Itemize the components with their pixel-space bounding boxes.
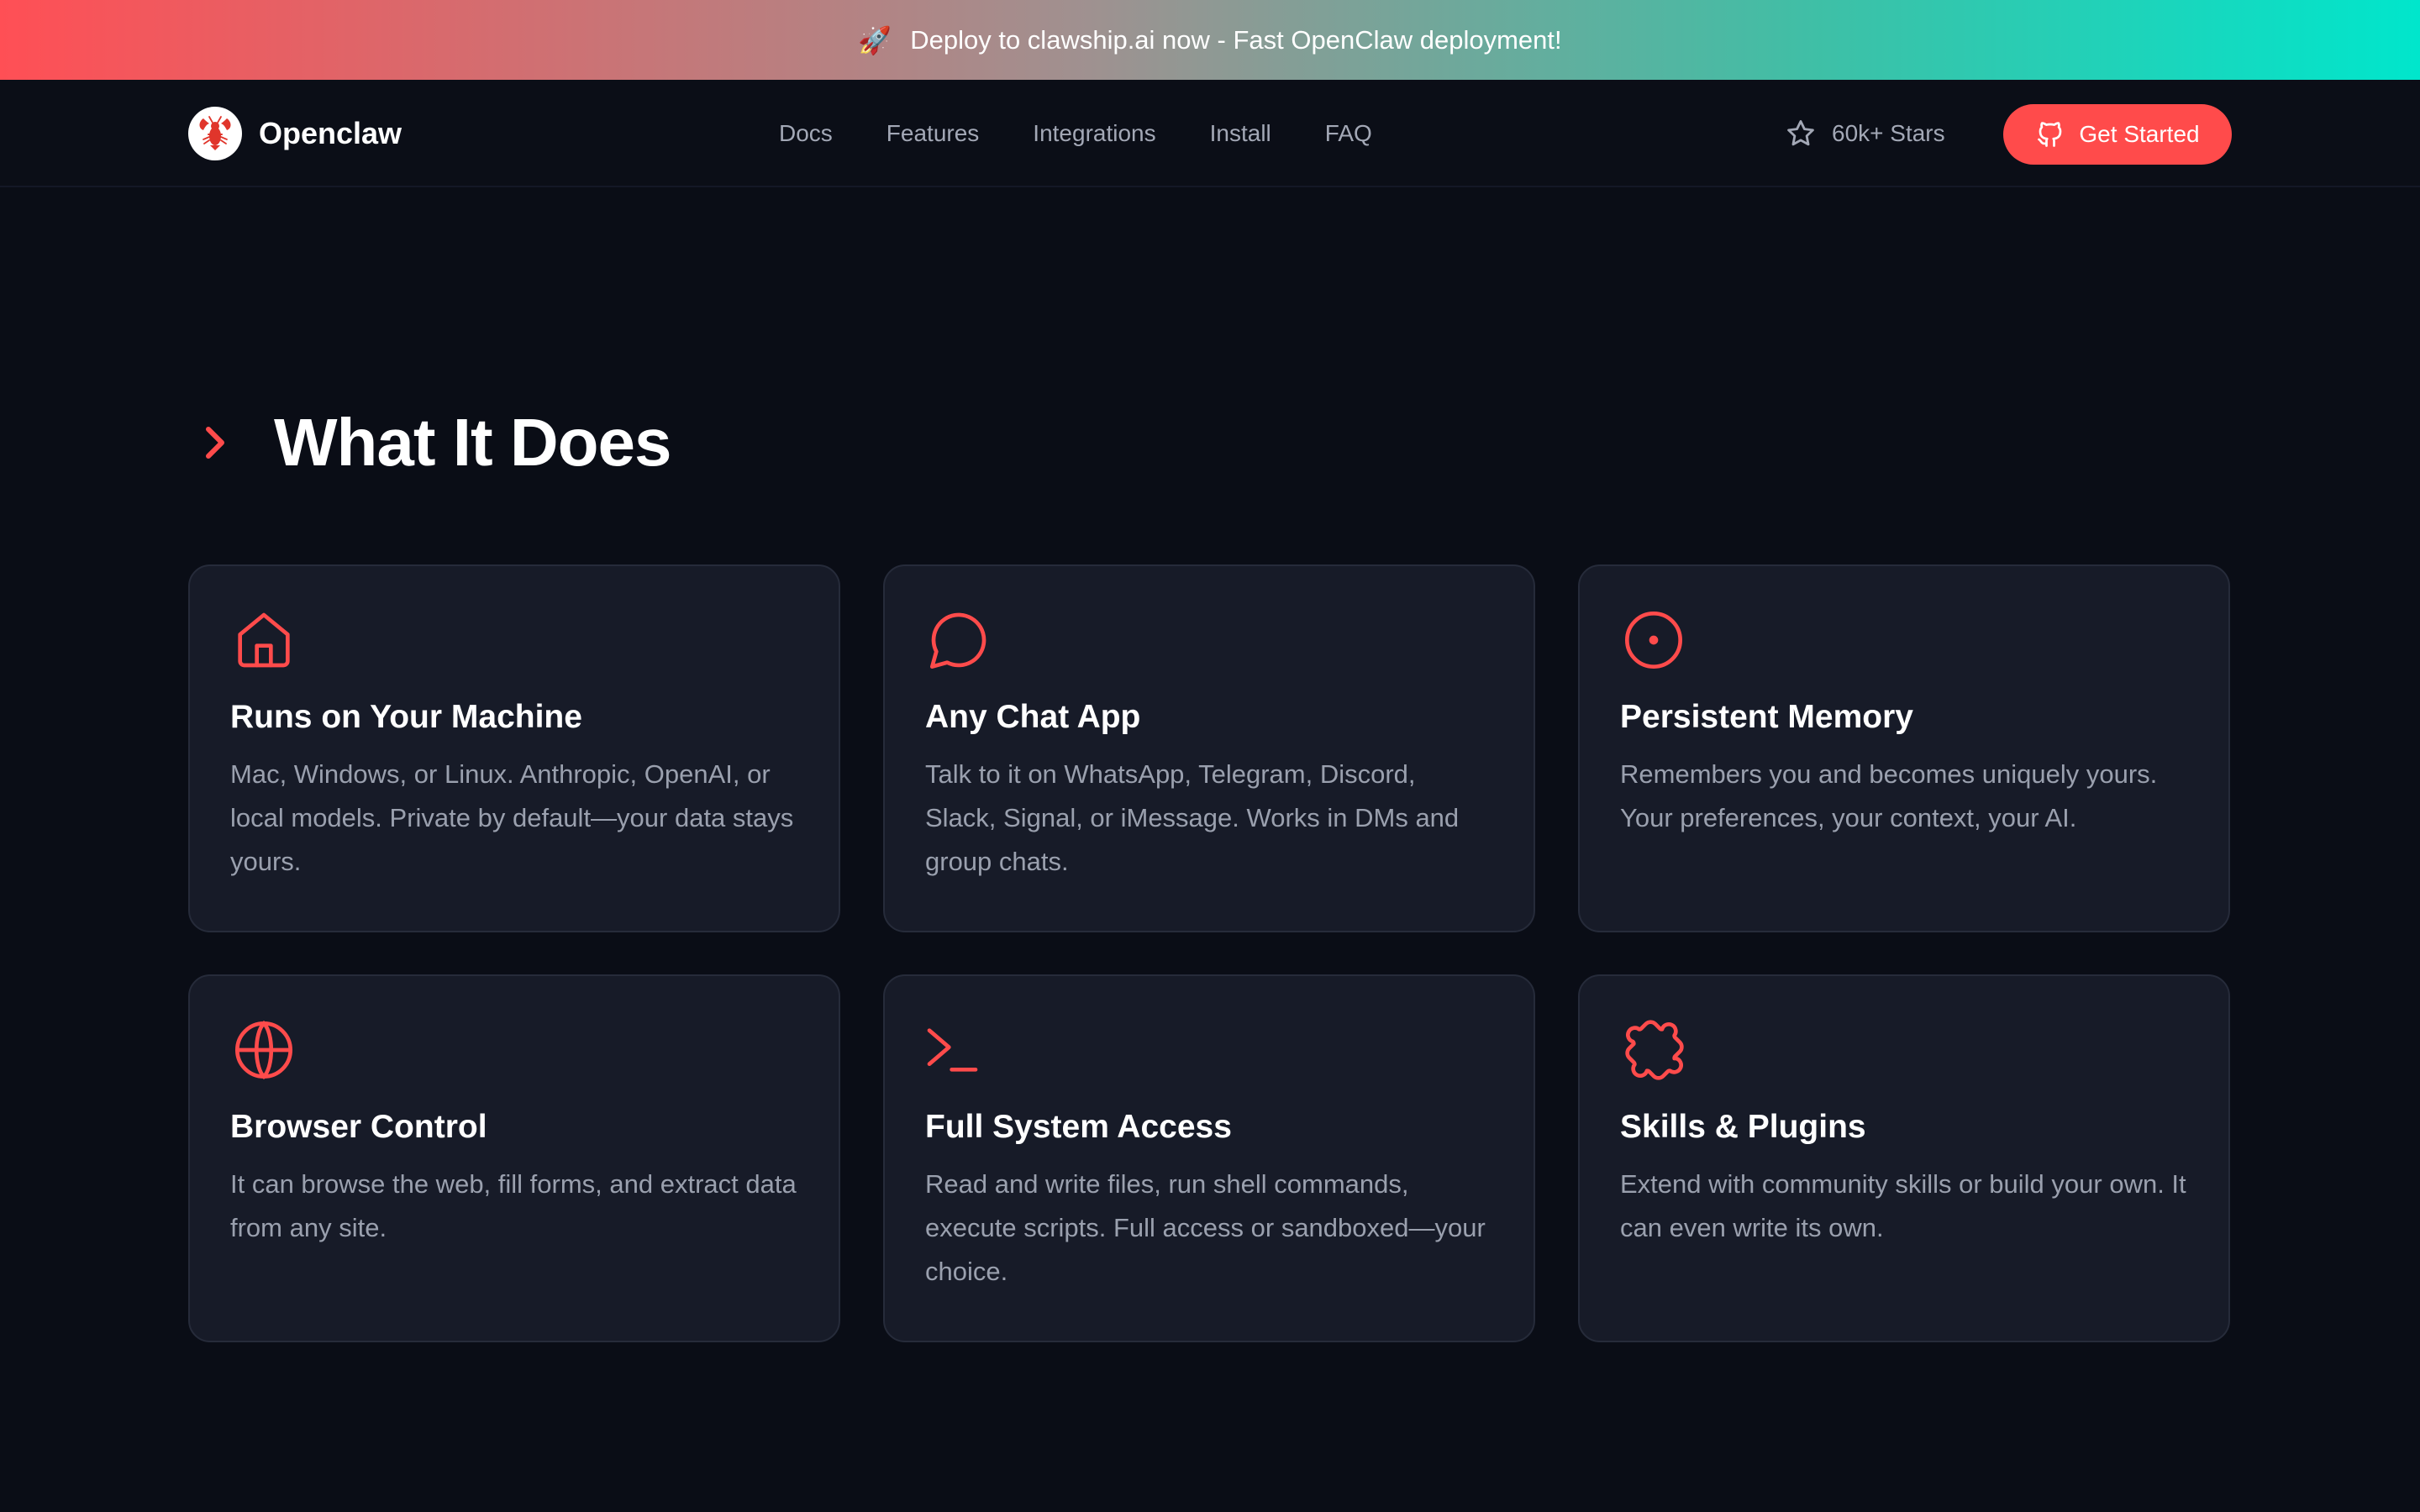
rocket-icon: 🚀 <box>858 24 892 55</box>
feature-title: Persistent Memory <box>1620 699 1913 735</box>
feature-description: It can browse the web, fill forms, and e… <box>230 1169 797 1242</box>
feature-card-full-system-access: Full System Access Read and write files,… <box>883 974 1535 1342</box>
nav-link-faq[interactable]: FAQ <box>1325 120 1372 147</box>
feature-card-skills-plugins: Skills & Plugins Extend with community s… <box>1578 974 2230 1342</box>
lobster-icon <box>188 107 242 160</box>
promo-banner[interactable]: 🚀 Deploy to clawship.ai now - Fast OpenC… <box>0 0 2420 80</box>
nav-link-docs[interactable]: Docs <box>779 120 833 147</box>
section-title: What It Does <box>274 405 671 480</box>
feature-description: Remembers you and becomes uniquely yours… <box>1620 759 2158 832</box>
puzzle-icon <box>1625 1020 1684 1080</box>
terminal-icon <box>927 1028 978 1072</box>
promo-banner-text[interactable]: Deploy to clawship.ai now - Fast OpenCla… <box>910 25 1561 55</box>
feature-title: Runs on Your Machine <box>230 699 582 735</box>
chat-bubble-icon <box>930 612 986 669</box>
feature-description: Talk to it on WhatsApp, Telegram, Discor… <box>925 759 1460 876</box>
logo[interactable]: Openclaw <box>188 107 402 160</box>
home-icon <box>238 612 290 668</box>
feature-card-any-chat-app: Any Chat App Talk to it on WhatsApp, Tel… <box>883 564 1535 932</box>
github-stars-link[interactable]: 60k+ Stars <box>1785 80 1945 187</box>
nav-link-integrations[interactable]: Integrations <box>1033 120 1155 147</box>
get-started-label: Get Started <box>2079 121 2200 147</box>
github-icon <box>2038 122 2062 147</box>
top-nav: Openclaw Docs Features Integrations Inst… <box>0 80 2420 187</box>
feature-description: Extend with community skills or build yo… <box>1620 1169 2186 1242</box>
feature-title: Skills & Plugins <box>1620 1109 1866 1145</box>
feature-title: Full System Access <box>925 1109 1232 1145</box>
logo-text: Openclaw <box>259 116 402 150</box>
nav-link-install[interactable]: Install <box>1210 120 1271 147</box>
section-heading: What It Does <box>198 399 671 486</box>
globe-icon <box>235 1021 292 1079</box>
circle-dot-icon <box>1625 612 1682 669</box>
nav-links: Docs Features Integrations Install FAQ <box>779 80 1372 187</box>
get-started-button[interactable]: Get Started <box>2003 104 2232 165</box>
feature-description: Mac, Windows, or Linux. Anthropic, OpenA… <box>230 759 794 876</box>
feature-card-runs-on-machine: Runs on Your Machine Mac, Windows, or Li… <box>188 564 840 932</box>
chevron-right-icon <box>206 427 224 459</box>
star-icon <box>1787 120 1814 146</box>
feature-title: Any Chat App <box>925 699 1141 735</box>
nav-link-features[interactable]: Features <box>886 120 980 147</box>
feature-description: Read and write files, run shell commands… <box>925 1169 1486 1286</box>
stars-count: 60k+ Stars <box>1832 120 1945 146</box>
feature-card-browser-control: Browser Control It can browse the web, f… <box>188 974 840 1342</box>
feature-card-persistent-memory: Persistent Memory Remembers you and beco… <box>1578 564 2230 932</box>
feature-title: Browser Control <box>230 1109 487 1145</box>
